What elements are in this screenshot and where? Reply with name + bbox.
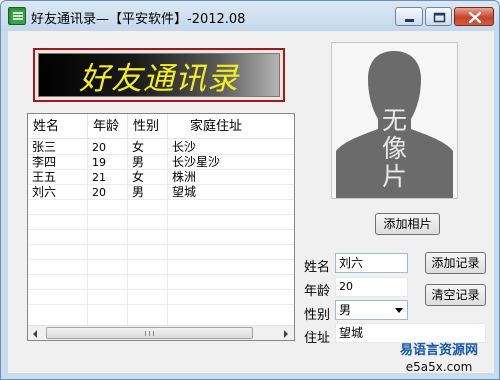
- close-button[interactable]: [454, 7, 494, 26]
- horizontal-scrollbar[interactable]: [28, 325, 294, 340]
- table-row[interactable]: 王五 21 女 株洲: [28, 170, 294, 185]
- column-header[interactable]: 年龄: [88, 114, 128, 139]
- gender-select[interactable]: 男: [335, 300, 408, 320]
- scroll-left-icon[interactable]: [33, 330, 37, 338]
- watermark-url: e5a5x.com: [405, 360, 473, 374]
- add-photo-button[interactable]: 添加相片: [375, 213, 440, 235]
- table-row[interactable]: 李四 19 男 长沙星沙: [28, 155, 294, 170]
- minimize-button[interactable]: [395, 7, 423, 26]
- cell-address: 株洲: [172, 170, 197, 184]
- grid-line: [28, 304, 294, 305]
- window-title: 好友通讯录—【平安软件】-2012.08: [31, 12, 246, 27]
- cell-gender: 女: [132, 170, 145, 184]
- grid-line: [28, 259, 294, 260]
- name-label: 姓名: [304, 260, 331, 275]
- cell-age: 20: [92, 141, 106, 154]
- column-header[interactable]: 性别: [128, 114, 168, 139]
- minimize-icon: [405, 19, 414, 22]
- watermark: 易语言资源网 e5a5x.com: [386, 343, 492, 375]
- gender-select-value: 男: [339, 303, 352, 317]
- watermark-name: 易语言资源网: [399, 343, 478, 358]
- maximize-icon: [433, 12, 446, 23]
- column-header[interactable]: 姓名: [28, 114, 88, 139]
- address-label: 住址: [304, 331, 331, 346]
- age-field[interactable]: 20: [335, 277, 408, 297]
- table-row[interactable]: 张三 20 女 长沙: [28, 140, 294, 155]
- cell-address: 长沙星沙: [172, 155, 221, 169]
- grip-icon: [145, 331, 154, 336]
- chevron-down-icon: [395, 308, 403, 313]
- maximize-button[interactable]: [425, 7, 452, 26]
- cell-address: 望城: [172, 185, 197, 199]
- grid-line: [28, 214, 294, 215]
- photo-placeholder-line: 无: [381, 106, 407, 135]
- cell-name: 王五: [32, 170, 57, 184]
- photo-placeholder-line: 像: [381, 134, 407, 163]
- add-record-button[interactable]: 添加记录: [425, 252, 486, 274]
- table-row[interactable]: 刘六 20 男 望城: [28, 185, 294, 200]
- clear-records-button[interactable]: 清空记录: [425, 284, 486, 306]
- app-icon[interactable]: [8, 7, 26, 25]
- scroll-right-icon[interactable]: [284, 330, 288, 338]
- contacts-list[interactable]: 姓名 年龄 性别 家庭住址 张三 20 女 长沙 李四 19 男 长沙星沙 王五…: [27, 113, 295, 341]
- cell-name: 张三: [32, 140, 57, 154]
- banner-title: 好友通讯录: [79, 60, 239, 97]
- cell-name: 李四: [32, 155, 57, 169]
- close-icon: [468, 11, 482, 24]
- address-field[interactable]: 望城: [335, 323, 486, 343]
- gender-label: 性别: [304, 308, 331, 323]
- cell-age: 20: [92, 186, 106, 199]
- column-header[interactable]: 家庭住址: [168, 114, 294, 139]
- grid-line: [28, 229, 294, 230]
- cell-age: 19: [92, 156, 106, 169]
- cell-gender: 男: [132, 185, 145, 199]
- cell-address: 长沙: [172, 140, 197, 154]
- title-banner: 好友通讯录: [33, 48, 285, 102]
- cell-gender: 女: [132, 140, 145, 154]
- cell-name: 刘六: [32, 185, 57, 199]
- age-label: 年龄: [304, 284, 331, 299]
- photo-placeholder-line: 片: [381, 162, 407, 191]
- name-field[interactable]: 刘六: [335, 253, 408, 273]
- cell-age: 21: [92, 171, 106, 184]
- list-header: 姓名 年龄 性别 家庭住址: [28, 114, 294, 139]
- photo-frame[interactable]: 无 像 片: [331, 42, 458, 199]
- grid-line: [28, 274, 294, 275]
- title-banner-inner: 好友通讯录: [38, 53, 280, 97]
- grid-line: [28, 244, 294, 245]
- scrollbar-thumb[interactable]: [46, 327, 253, 339]
- title-bar[interactable]: 好友通讯录—【平安软件】-2012.08: [1, 1, 499, 31]
- grid-line: [28, 289, 294, 290]
- cell-gender: 男: [132, 155, 145, 169]
